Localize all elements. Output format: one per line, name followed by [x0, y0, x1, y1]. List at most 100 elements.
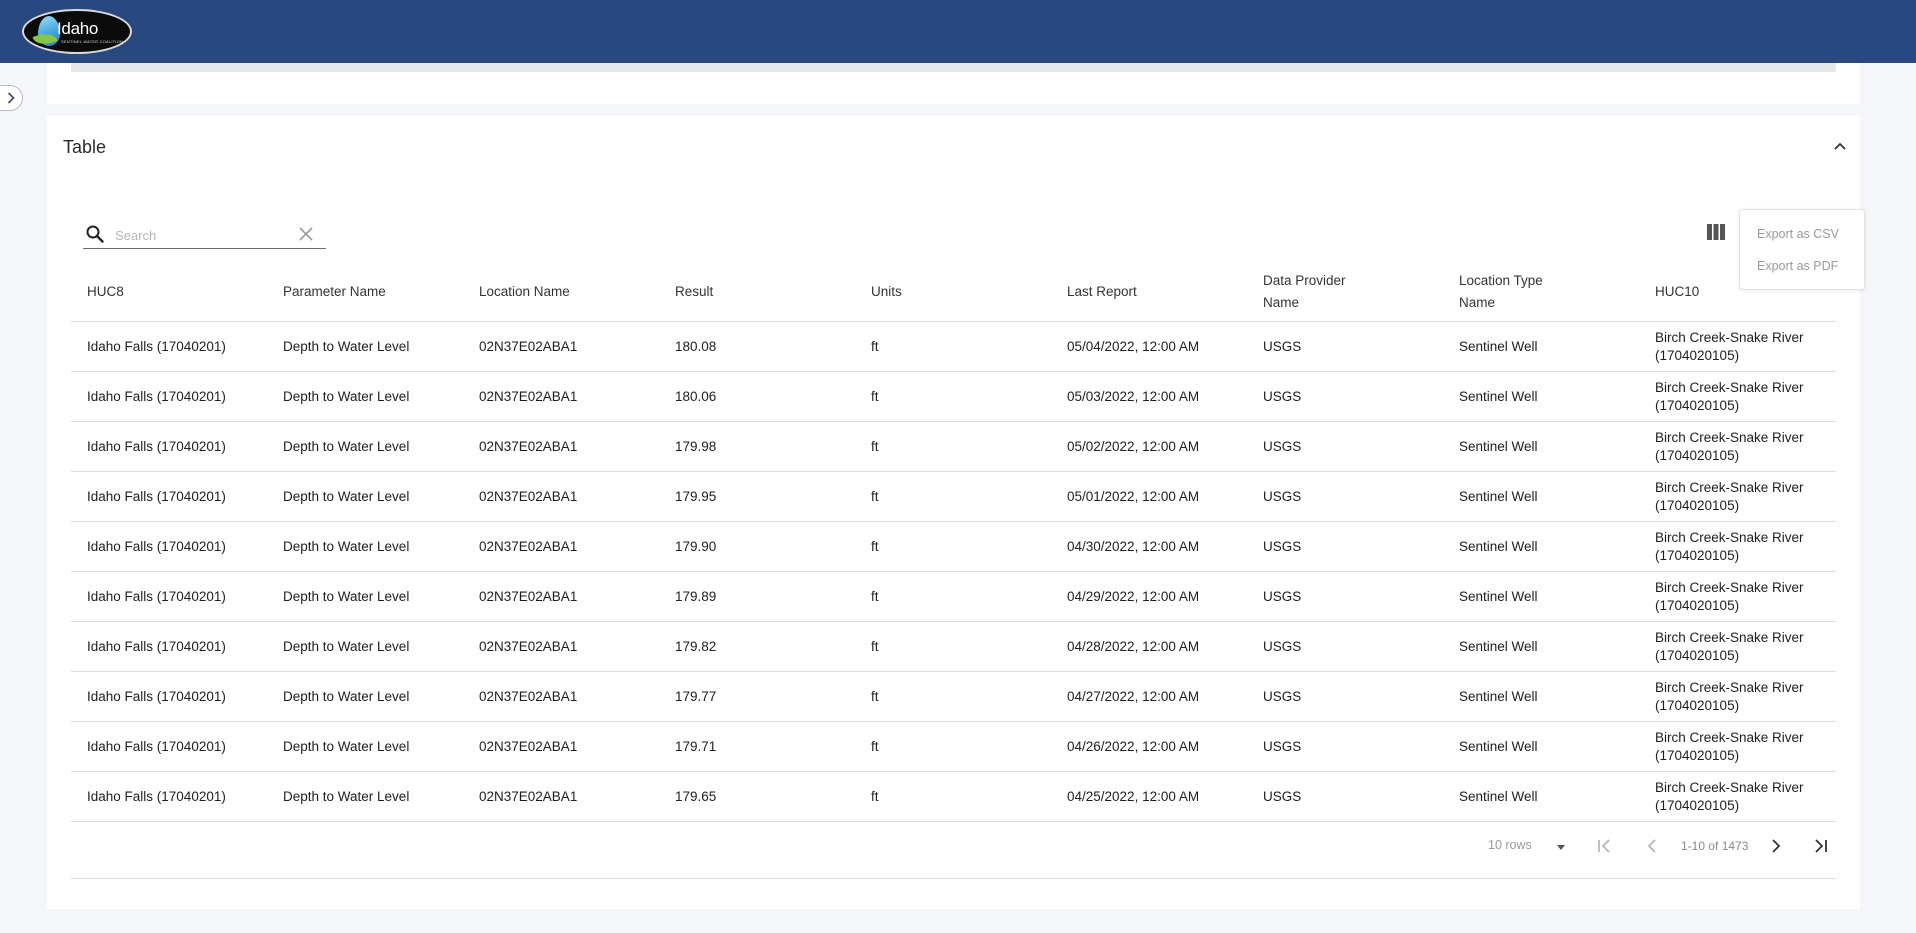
cell-location-type-name: Sentinel Well — [1459, 739, 1538, 754]
cell-location-type-name: Sentinel Well — [1459, 689, 1538, 704]
cell-huc10: Birch Creek-Snake River (1704020105) — [1655, 572, 1804, 622]
cell-location-name: 02N37E02ABA1 — [479, 539, 578, 554]
rows-per-page-select[interactable]: 10 rows — [1488, 838, 1532, 852]
search-icon — [86, 225, 104, 243]
cell-huc10: Birch Creek-Snake River (1704020105) — [1655, 722, 1804, 772]
cell-result: 180.06 — [675, 389, 717, 404]
table-row[interactable]: Idaho Falls (17040201) Depth to Water Lev… — [71, 372, 1836, 422]
header-col-result[interactable]: Result — [675, 262, 713, 322]
header-col-huc8[interactable]: HUC8 — [87, 262, 124, 322]
cell-units: ft — [871, 739, 879, 754]
next-page-icon[interactable] — [1765, 835, 1787, 857]
last-page-icon[interactable] — [1809, 835, 1831, 857]
sidebar-toggle-button[interactable] — [0, 85, 23, 111]
search-input[interactable] — [115, 225, 285, 245]
cell-huc10-code: (1704020105) — [1655, 348, 1740, 363]
cell-huc10-name: Birch Creek-Snake River — [1655, 730, 1804, 745]
cell-data-provider-name: USGS — [1263, 439, 1302, 454]
cell-huc8: Idaho Falls (17040201) — [87, 489, 226, 504]
header-label: Last Report — [1067, 284, 1137, 299]
table-row[interactable]: Idaho Falls (17040201) Depth to Water Lev… — [71, 672, 1836, 722]
cell-data-provider-name: USGS — [1263, 389, 1302, 404]
header-label: Location Type — [1459, 273, 1543, 288]
columns-icon[interactable] — [1707, 224, 1725, 240]
table-body: Idaho Falls (17040201) Depth to Water Lev… — [71, 322, 1836, 822]
cell-data-provider-name: USGS — [1263, 739, 1302, 754]
caret-down-icon[interactable] — [1557, 845, 1565, 850]
table-row[interactable]: Idaho Falls (17040201) Depth to Water Lev… — [71, 772, 1836, 822]
cell-location-name: 02N37E02ABA1 — [479, 389, 578, 404]
cell-units: ft — [871, 539, 879, 554]
cell-huc10-name: Birch Creek-Snake River — [1655, 530, 1804, 545]
cell-location-name: 02N37E02ABA1 — [479, 689, 578, 704]
close-icon[interactable] — [298, 226, 314, 242]
cell-parameter-name: Depth to Water Level — [283, 589, 410, 604]
cell-result: 179.90 — [675, 539, 717, 554]
cell-last-report: 04/28/2022, 12:00 AM — [1067, 639, 1200, 654]
export-csv-item[interactable]: Export as CSV — [1757, 227, 1839, 241]
cell-location-type-name: Sentinel Well — [1459, 789, 1538, 804]
cell-huc10-code: (1704020105) — [1655, 598, 1740, 613]
cell-last-report: 04/26/2022, 12:00 AM — [1067, 739, 1200, 754]
cell-result: 179.77 — [675, 689, 717, 704]
cell-parameter-name: Depth to Water Level — [283, 389, 410, 404]
cell-units: ft — [871, 439, 879, 454]
cell-location-name: 02N37E02ABA1 — [479, 489, 578, 504]
cell-huc10-code: (1704020105) — [1655, 448, 1740, 463]
table-row[interactable]: Idaho Falls (17040201) Depth to Water Lev… — [71, 522, 1836, 572]
table-row[interactable]: Idaho Falls (17040201) Depth to Water Lev… — [71, 472, 1836, 522]
header-col-location-name[interactable]: Location Name — [479, 262, 570, 322]
previous-page-icon[interactable] — [1641, 835, 1663, 857]
cell-units: ft — [871, 389, 879, 404]
cell-huc8: Idaho Falls (17040201) — [87, 389, 226, 404]
header-label: Data Provider — [1263, 273, 1346, 288]
cell-location-type-name: Sentinel Well — [1459, 389, 1538, 404]
header-col-location-type-name[interactable]: Location Type Name — [1459, 262, 1543, 322]
cell-last-report: 05/01/2022, 12:00 AM — [1067, 489, 1200, 504]
cell-units: ft — [871, 789, 879, 804]
cell-parameter-name: Depth to Water Level — [283, 539, 410, 554]
table-row[interactable]: Idaho Falls (17040201) Depth to Water Lev… — [71, 422, 1836, 472]
header-col-huc10[interactable]: HUC10 — [1655, 262, 1699, 322]
header-col-data-provider-name[interactable]: Data Provider Name — [1263, 262, 1346, 322]
header-col-parameter-name[interactable]: Parameter Name — [283, 262, 386, 322]
cell-last-report: 04/30/2022, 12:00 AM — [1067, 539, 1200, 554]
header-label-line2: Name — [1263, 295, 1300, 310]
cell-parameter-name: Depth to Water Level — [283, 789, 410, 804]
cell-huc8: Idaho Falls (17040201) — [87, 589, 226, 604]
table-row[interactable]: Idaho Falls (17040201) Depth to Water Lev… — [71, 622, 1836, 672]
cell-units: ft — [871, 689, 879, 704]
table-header: HUC8 Parameter Name Location Name Result Uni… — [71, 262, 1836, 322]
cell-huc8: Idaho Falls (17040201) — [87, 539, 226, 554]
cell-parameter-name: Depth to Water Level — [283, 639, 410, 654]
cell-huc10-name: Birch Creek-Snake River — [1655, 580, 1804, 595]
header-col-units[interactable]: Units — [871, 262, 902, 322]
top-app-bar: Idaho SENTINEL WATER COALITION — [0, 0, 1916, 63]
cell-huc10-name: Birch Creek-Snake River — [1655, 330, 1804, 345]
cell-data-provider-name: USGS — [1263, 589, 1302, 604]
cell-units: ft — [871, 339, 879, 354]
table-row[interactable]: Idaho Falls (17040201) Depth to Water Lev… — [71, 572, 1836, 622]
cell-result: 179.95 — [675, 489, 717, 504]
header-label: Location Name — [479, 284, 570, 299]
cell-units: ft — [871, 639, 879, 654]
cell-location-type-name: Sentinel Well — [1459, 589, 1538, 604]
header-col-last-report[interactable]: Last Report — [1067, 262, 1137, 322]
idaho-logo[interactable]: Idaho SENTINEL WATER COALITION — [22, 9, 132, 54]
cell-huc8: Idaho Falls (17040201) — [87, 339, 226, 354]
upper-card — [47, 60, 1860, 104]
cell-last-report: 05/03/2022, 12:00 AM — [1067, 389, 1200, 404]
table-row[interactable]: Idaho Falls (17040201) Depth to Water Lev… — [71, 722, 1836, 772]
cell-huc10-code: (1704020105) — [1655, 798, 1740, 813]
header-label: Parameter Name — [283, 284, 386, 299]
cell-last-report: 05/02/2022, 12:00 AM — [1067, 439, 1200, 454]
cell-huc8: Idaho Falls (17040201) — [87, 439, 226, 454]
cell-huc10: Birch Creek-Snake River (1704020105) — [1655, 772, 1804, 822]
cell-location-name: 02N37E02ABA1 — [479, 639, 578, 654]
table-row[interactable]: Idaho Falls (17040201) Depth to Water Lev… — [71, 322, 1836, 372]
first-page-icon[interactable] — [1594, 835, 1616, 857]
table-card: Table Export as CSV Export as PDF HUC8Pa… — [47, 116, 1865, 909]
chevron-up-icon[interactable] — [1832, 138, 1848, 154]
cell-result: 179.82 — [675, 639, 717, 654]
header-label: Result — [675, 284, 714, 299]
